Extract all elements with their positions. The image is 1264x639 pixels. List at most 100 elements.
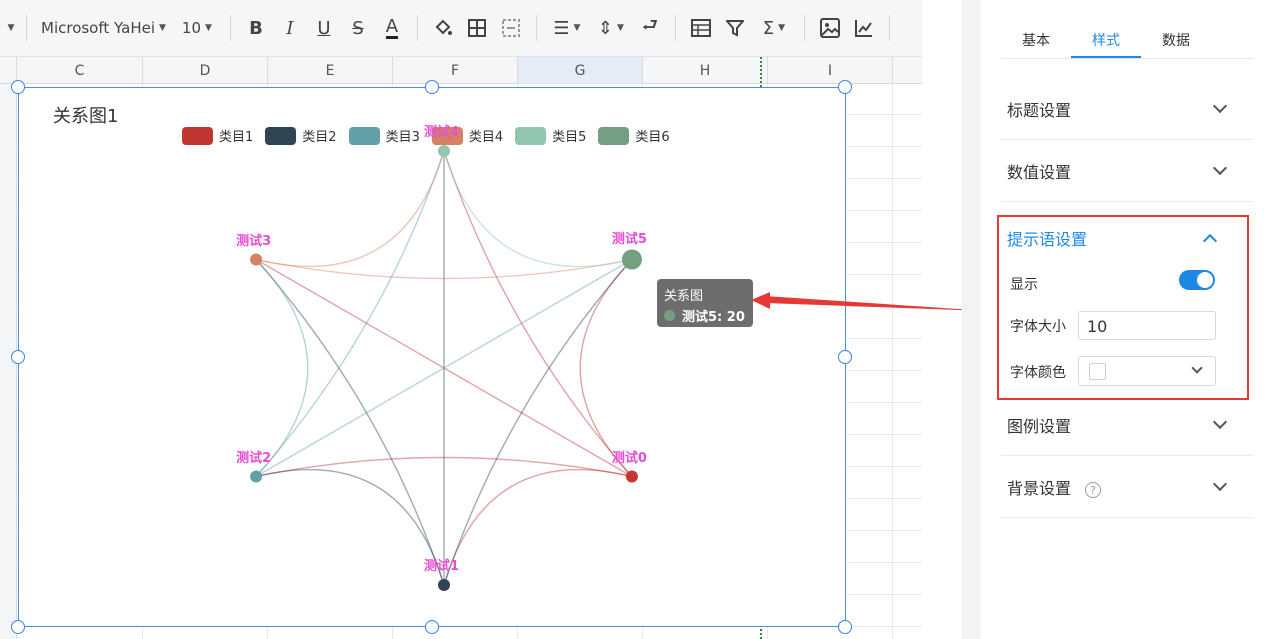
font-size-select[interactable]: 10 ▼ — [172, 13, 222, 43]
tooltip-title: 关系图 — [664, 289, 704, 304]
panel-divider — [962, 0, 981, 639]
graph-edge — [443, 468, 633, 586]
sum-icon[interactable]: Σ ▼ — [756, 15, 792, 41]
toolbar: ▼ Microsoft YaHei ▼ 10 ▼ B I U S A ☰ ▼ ⇕ ▼ ⮐ — [0, 0, 922, 57]
app-window: ▼ Microsoft YaHei ▼ 10 ▼ B I U S A ☰ ▼ ⇕ ▼ ⮐ — [0, 0, 1264, 639]
column-header: C D E F G H I — [0, 57, 922, 84]
chevron-down-icon: ▼ — [205, 23, 212, 33]
node-label: 测试0 — [611, 450, 647, 466]
node-label: 测试1 — [424, 559, 460, 574]
filter-icon[interactable] — [722, 15, 748, 41]
node-label: 测试3 — [236, 233, 272, 249]
tab-style[interactable]: 样式 — [1071, 18, 1141, 58]
graph-node[interactable] — [621, 249, 642, 270]
resize-handle[interactable] — [838, 350, 852, 364]
font-color-label: 字体颜色 — [1010, 365, 1066, 381]
toolbar-divider — [803, 15, 805, 41]
resize-handle[interactable] — [838, 620, 852, 634]
chevron-down-icon — [1212, 160, 1228, 175]
column-header-cell[interactable]: C — [17, 57, 143, 84]
font-color-icon[interactable]: A — [379, 15, 405, 41]
node-label: 测试4 — [424, 125, 460, 140]
tooltip-settings-header[interactable]: 提示语设置 — [1007, 226, 1237, 250]
node-label: 测试2 — [236, 450, 272, 466]
font-size-input[interactable]: 10 — [1078, 311, 1216, 340]
resize-handle[interactable] — [425, 620, 439, 634]
column-header-cell[interactable]: F — [393, 57, 518, 84]
borders-icon[interactable] — [464, 15, 490, 41]
section-label: 背景设置 — [1007, 478, 1072, 498]
resize-handle[interactable] — [11, 80, 25, 94]
chevron-down-icon — [1212, 98, 1228, 113]
toolbar-divider — [416, 15, 418, 41]
font-size-value: 10 — [181, 19, 202, 37]
tab-basic[interactable]: 基本 — [1001, 18, 1071, 58]
graph-node[interactable] — [250, 253, 263, 266]
fill-color-icon[interactable] — [430, 15, 456, 41]
chart-tooltip: 关系图 测试5: 20 — [657, 279, 753, 327]
panel-tabs: 基本 样式 数据 — [1001, 18, 1253, 59]
toolbar-divider — [888, 15, 890, 41]
graph-node[interactable] — [250, 470, 263, 483]
column-header-cell[interactable]: I — [768, 57, 893, 84]
graph-edges — [255, 150, 633, 586]
bold-icon[interactable]: B — [243, 15, 269, 41]
strikethrough-icon[interactable]: S — [345, 15, 371, 41]
graph-canvas — [250, 145, 642, 591]
show-label: 显示 — [1010, 277, 1038, 293]
wrap-text-icon[interactable]: ⮐ — [637, 15, 663, 41]
node-label: 测试5 — [611, 231, 647, 247]
table-icon[interactable] — [688, 15, 714, 41]
italic-icon[interactable]: I — [277, 15, 303, 41]
column-header-cell[interactable]: H — [643, 57, 768, 84]
graph-edge — [579, 259, 633, 477]
legend-settings-section[interactable]: 图例设置 — [1001, 394, 1253, 456]
chevron-down-icon — [1191, 362, 1203, 374]
chevron-down-icon — [1212, 476, 1228, 491]
font-size-label: 字体大小 — [1010, 319, 1066, 335]
help-icon[interactable]: ? — [1085, 482, 1102, 498]
graph-edge — [443, 150, 633, 268]
dropdown-caret-icon[interactable]: ▼ — [0, 13, 18, 43]
tab-data[interactable]: 数据 — [1141, 18, 1211, 58]
image-icon[interactable] — [817, 15, 843, 41]
graph-edge — [255, 468, 445, 586]
resize-handle[interactable] — [838, 80, 852, 94]
font-color-select[interactable] — [1078, 356, 1216, 386]
tooltip-dot — [664, 310, 675, 321]
toolbar-divider — [26, 15, 27, 41]
title-settings-section[interactable]: 标题设置 — [1001, 78, 1253, 140]
merge-cells-icon[interactable] — [498, 15, 524, 41]
chevron-down-icon — [1212, 414, 1228, 429]
graph-node[interactable] — [438, 579, 450, 591]
graph-edge — [255, 150, 445, 268]
toolbar-divider — [674, 15, 676, 41]
chevron-up-icon — [1202, 233, 1218, 249]
column-header-cell[interactable]: G — [518, 57, 643, 84]
resize-handle[interactable] — [425, 80, 439, 94]
tooltip-settings-section: 提示语设置 显示 字体大小 10 字体颜色 — [997, 215, 1249, 400]
show-toggle[interactable] — [1179, 270, 1215, 290]
toggle-knob — [1197, 272, 1213, 288]
underline-icon[interactable]: U — [311, 15, 337, 41]
column-header-cell[interactable]: D — [143, 57, 268, 84]
font-family-value: Microsoft YaHei — [41, 19, 155, 37]
section-label: 图例设置 — [1007, 416, 1072, 436]
toolbar-divider — [535, 15, 537, 41]
relation-chart[interactable]: 关系图1 类目1 类目2 类目3 类目4 类目5 类目6 测试0 测试1 测试2 测试… — [11, 80, 852, 634]
tooltip-value: 测试5: 20 — [682, 310, 745, 325]
graph-node[interactable] — [625, 470, 638, 483]
resize-handle[interactable] — [11, 620, 25, 634]
resize-handle[interactable] — [11, 350, 25, 364]
value-settings-section[interactable]: 数值设置 — [1001, 140, 1253, 202]
section-label: 数值设置 — [1007, 162, 1072, 182]
align-icon[interactable]: ☰ ▼ — [549, 15, 585, 41]
section-label-wrap: 背景设置? — [1007, 475, 1102, 499]
column-header-cell[interactable]: E — [268, 57, 393, 84]
chevron-down-icon: ▼ — [159, 23, 166, 33]
background-settings-section[interactable]: 背景设置? — [1001, 456, 1253, 518]
chart-icon[interactable] — [851, 15, 877, 41]
font-family-select[interactable]: Microsoft YaHei ▼ — [35, 13, 172, 43]
graph-node[interactable] — [438, 145, 450, 157]
vertical-align-icon[interactable]: ⇕ ▼ — [593, 15, 629, 41]
